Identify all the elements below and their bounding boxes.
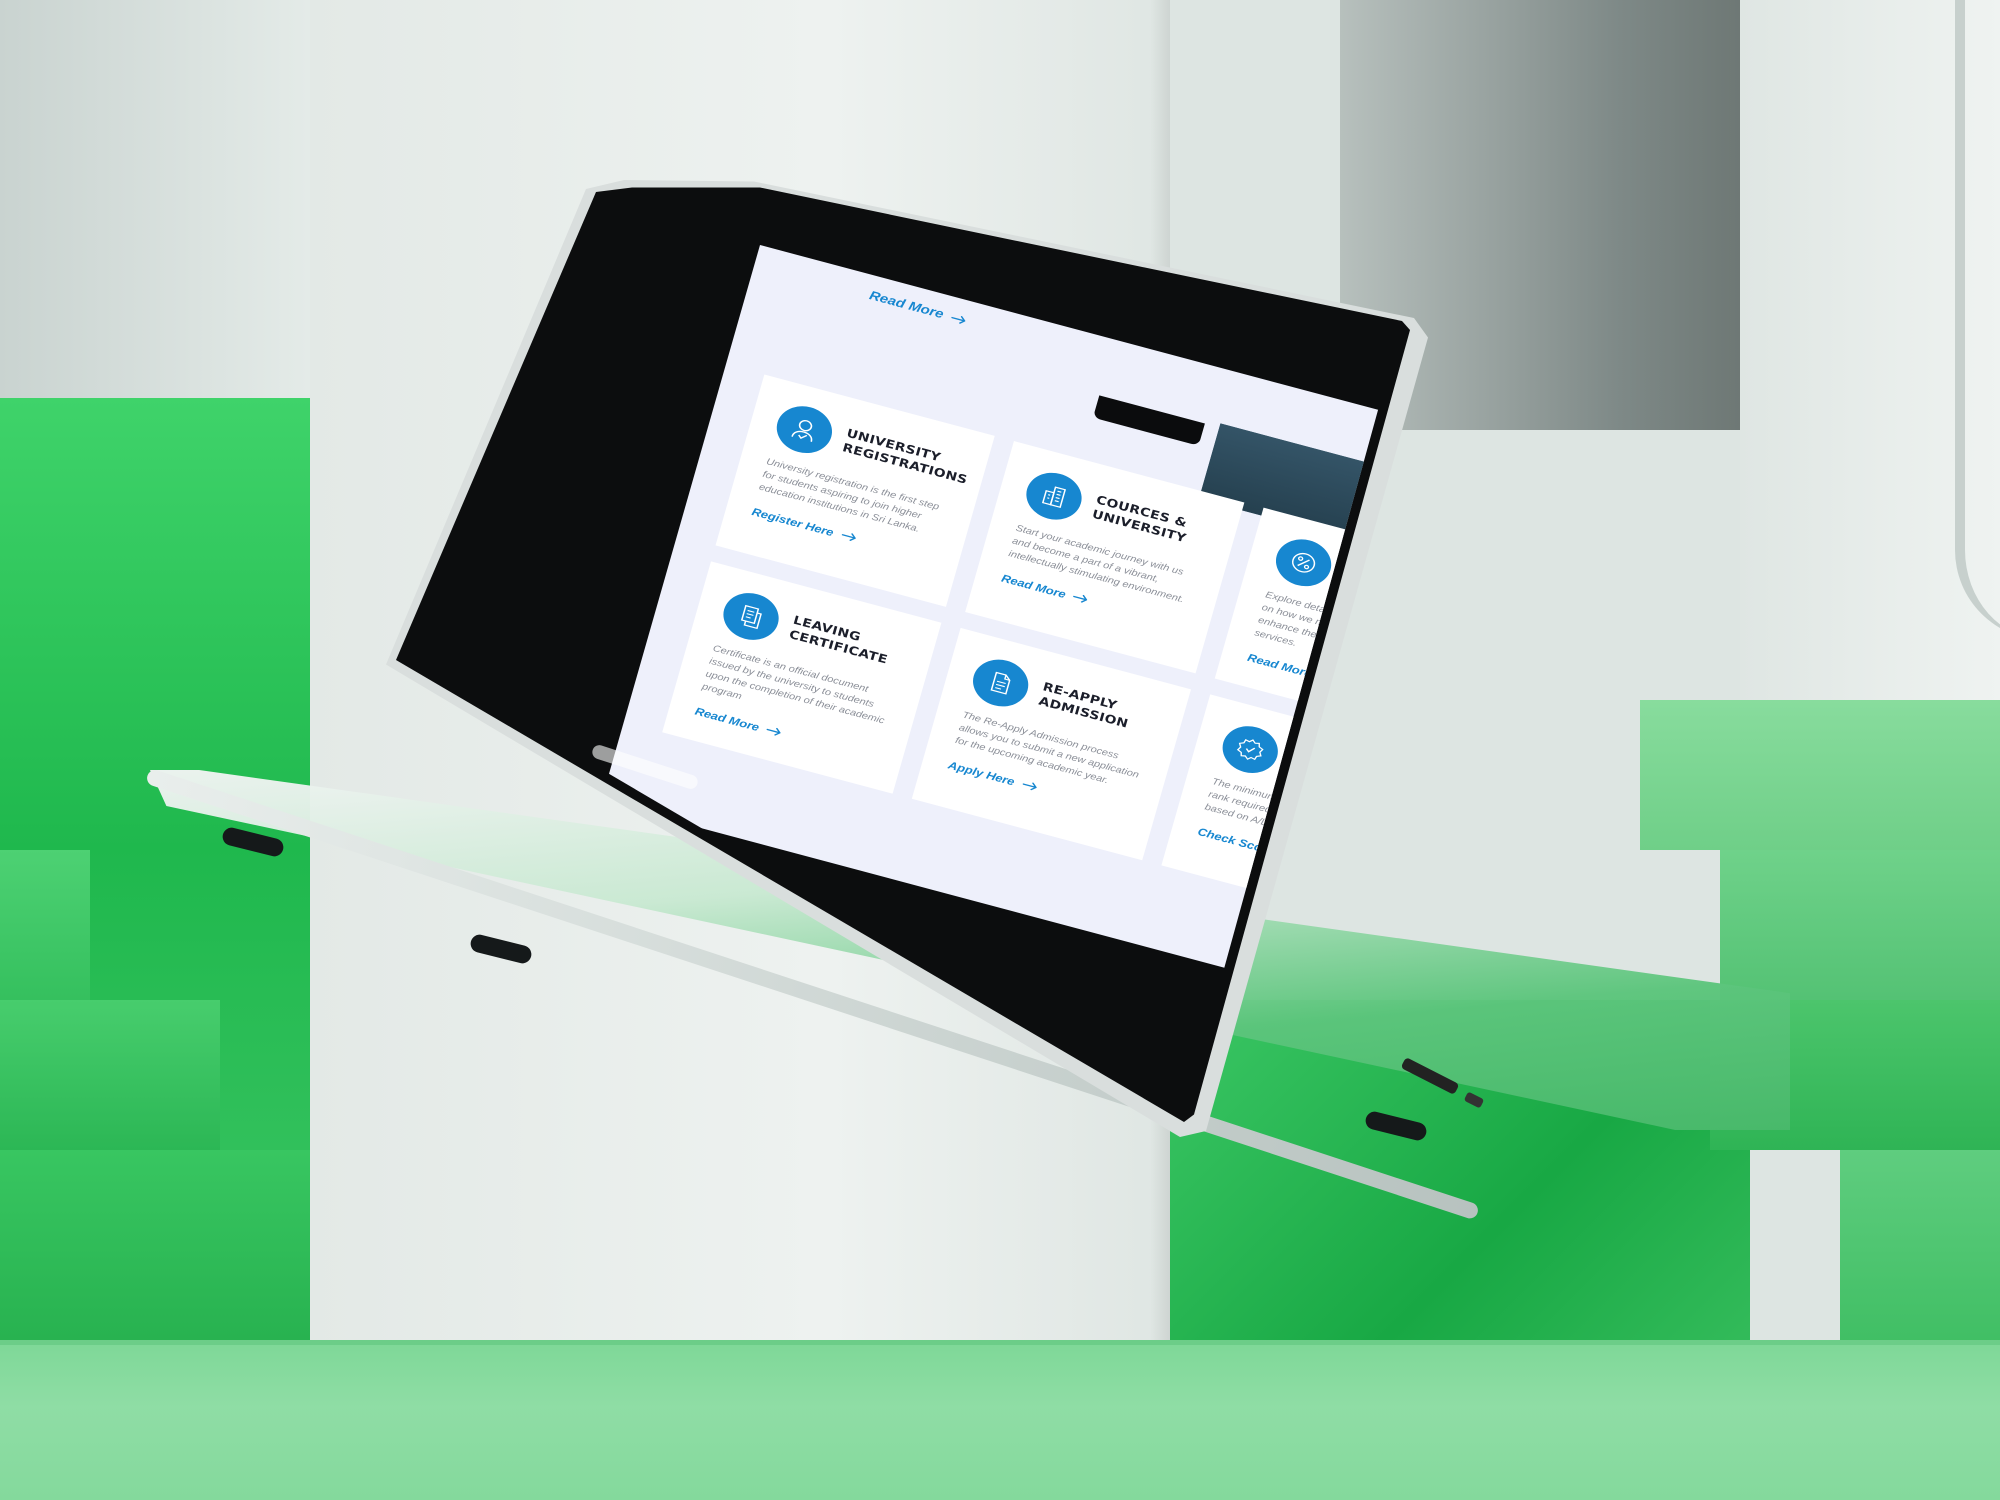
read-more-label: Read More — [867, 288, 946, 322]
arrow-right-icon — [766, 728, 781, 736]
badge-check-icon — [1217, 720, 1284, 780]
backdrop-step — [0, 1150, 310, 1350]
backdrop-step — [1840, 1150, 2000, 1350]
backdrop-step — [1640, 700, 2000, 850]
card-link-label: Read More — [1000, 571, 1068, 601]
buildings-icon — [1020, 466, 1088, 526]
percent-icon — [1270, 533, 1337, 593]
backdrop-step — [0, 850, 90, 1000]
card-courses-university: COURCES & UNIVERSITY Start your academic… — [965, 441, 1245, 674]
user-check-icon — [771, 400, 838, 460]
arrow-right-icon — [1022, 782, 1037, 791]
arrow-right-icon — [1073, 595, 1088, 604]
camera-notch — [1092, 395, 1205, 446]
backdrop-arch — [1955, 0, 2000, 640]
backdrop-step — [0, 1000, 220, 1150]
card-title: COURCES & UNIVERSITY — [1090, 493, 1189, 546]
read-more-link[interactable]: Read More — [868, 288, 969, 327]
card-reapply-admission: RE-APPLY ADMISSION The Re-Apply Admissio… — [911, 627, 1192, 861]
card-university-registrations: UNIVERSITY REGISTRATIONS University regi… — [715, 374, 995, 607]
card-title: LEAVING CERTIFICATE — [787, 613, 890, 667]
arrow-right-icon — [951, 315, 966, 324]
documents-icon — [717, 587, 785, 646]
card-leaving-certificate: LEAVING CERTIFICATE Certificate is an of… — [662, 561, 942, 794]
arrow-right-icon — [841, 533, 856, 542]
backdrop-step — [1720, 850, 2000, 1000]
backdrop-panel — [0, 0, 310, 400]
card-title: RE-APPLY ADMISSION — [1037, 680, 1130, 732]
card-title: UNIVERSITY REGISTRATIONS — [840, 426, 969, 488]
card-link-label: Read More — [693, 704, 761, 734]
card-link-label: Apply Here — [946, 758, 1017, 788]
document-icon — [967, 653, 1034, 713]
card-link-label: Read More — [1246, 650, 1314, 680]
floor — [0, 1345, 2000, 1500]
